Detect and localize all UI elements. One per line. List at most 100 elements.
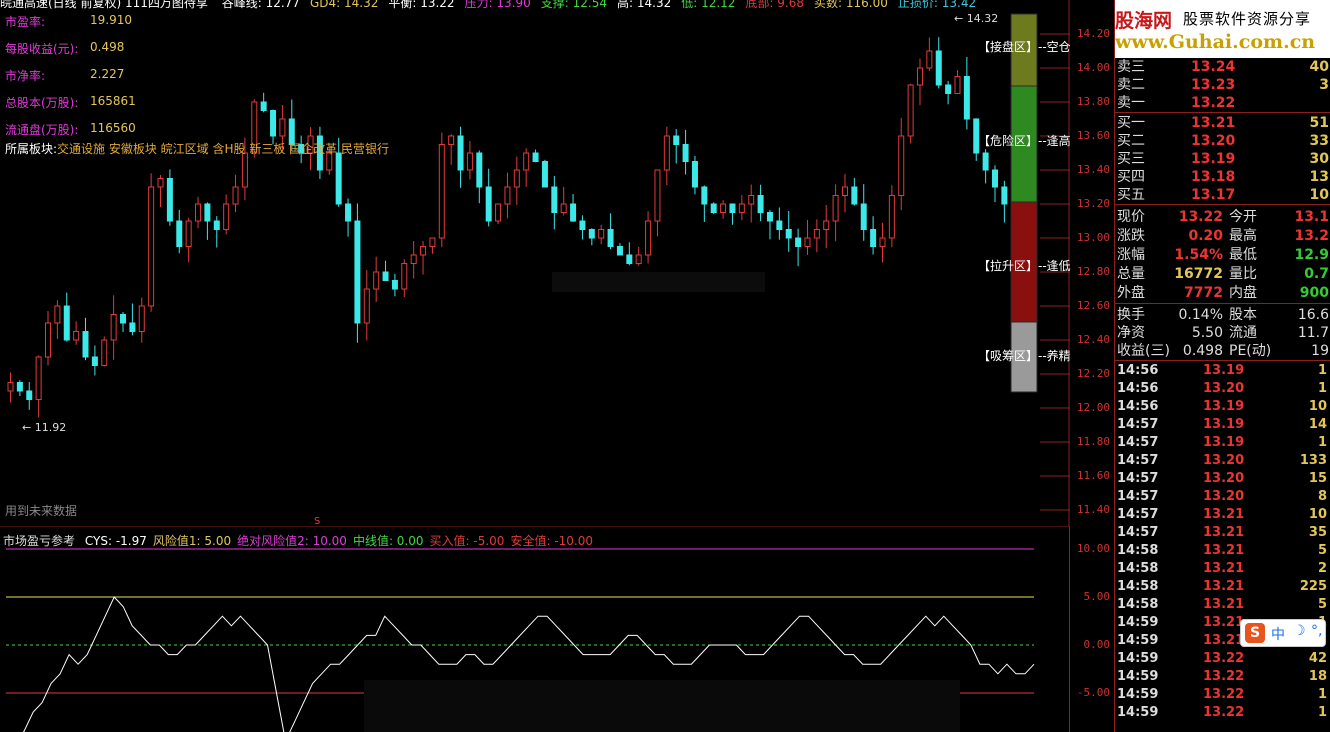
price-tick: 12.80 [1076,265,1110,278]
tick-time: 14:57 [1117,489,1159,504]
candle-body [551,186,558,213]
tick-row: 14:58 13.21 2 [1117,560,1330,578]
fundamental-label: 流通盘(万股): [5,123,79,137]
tick-row: 14:57 13.21 35 [1117,524,1330,542]
quote-value: 16772 [1174,266,1223,282]
stat-row: 净资 5.50 流通 11.7 [1117,324,1330,342]
tick-row: 14:58 13.21 5 [1117,542,1330,560]
ime-toolbar[interactable]: S 中 ☽ °, [1240,619,1326,647]
candle-body [963,76,970,120]
ime-mode[interactable]: 中 [1271,624,1285,644]
price-tick: 11.80 [1076,435,1110,448]
oscillator-title: 市场盈亏参考 [3,534,76,548]
candle-body [373,271,380,290]
tick-row: 14:57 13.19 1 [1117,434,1330,452]
tick-time: 14:59 [1117,633,1159,648]
candle-body [654,169,661,222]
price-tick: 13.40 [1076,163,1110,176]
panel-divider [1115,360,1330,361]
tick-row: 14:59 13.22 1 [1117,704,1330,722]
future-data-note: 用到未来数据 [5,504,78,518]
candle-body [260,101,267,111]
indicator-value-0: 谷峰线: 12.77 [221,0,300,10]
candle-body [157,178,164,188]
fundamental-value: 2.227 [90,67,125,81]
osc-value-3: 中线值: 0.00 [352,534,424,548]
tick-time: 14:58 [1117,579,1159,594]
candle-body [335,152,342,205]
sogou-icon[interactable]: S [1245,623,1265,643]
candle-body [888,195,895,239]
candle-body [935,50,942,86]
moon-icon[interactable]: ☽ [1293,623,1306,639]
fundamental-row: 市盈率: 19.910 [5,13,132,30]
quote-value-2: 13.1 [1294,209,1329,225]
stat-value-2: 11.7 [1297,325,1329,341]
osc-value-5: 安全值: -10.00 [510,534,593,548]
price-tick: 13.00 [1076,231,1110,244]
low-value: 11.92 [34,421,67,434]
quote-label: 总量 [1117,266,1145,282]
tick-price: 13.21 [1203,525,1245,540]
stat-row: 换手 0.14% 股本 16.6 [1117,306,1330,324]
ask-row: 卖一 13.22 [1117,94,1330,112]
candle-body [804,237,811,247]
quote-label-2: 最低 [1229,247,1257,263]
osc-tick: 10.00 [1076,542,1110,555]
bid-row: 买一 13.21 51 [1117,114,1330,132]
candle-body [448,135,455,145]
bid-label: 买一 [1117,115,1145,131]
candle-body [991,169,998,188]
quote-label: 外盘 [1117,285,1145,301]
tick-time: 14:58 [1117,597,1159,612]
price-tick: 11.40 [1076,503,1110,516]
bid-price: 13.19 [1191,151,1236,167]
high-annotation: ← 14.32 [954,12,999,25]
bid-label: 买五 [1117,187,1145,203]
punct-icon[interactable]: °, [1311,623,1322,639]
quote-label-2: 量比 [1229,266,1257,282]
candle-body [513,169,520,188]
tick-volume: 1 [1317,705,1327,720]
candle-body [907,84,914,137]
ask-price: 13.24 [1191,59,1236,75]
osc-tick: 5.00 [1083,590,1111,603]
tick-volume: 1 [1317,381,1327,396]
bid-price: 13.20 [1191,133,1236,149]
candle-body [185,220,192,247]
candle-body [673,135,680,145]
tick-price: 13.22 [1203,669,1245,684]
ask-row: 卖二 13.23 3 [1117,76,1330,94]
fundamental-label: 总股本(万股): [5,96,79,110]
tick-time: 14:59 [1117,669,1159,684]
quote-label-2: 内盘 [1229,285,1257,301]
bid-volume: 33 [1309,133,1329,149]
price-axis: 14.20 14.00 13.80 13.60 13.40 13.20 13.00 12.80… [1070,0,1114,527]
bid-row: 买五 13.17 10 [1117,186,1330,204]
quote-label: 现价 [1117,209,1145,225]
candle-body [813,229,820,239]
fundamental-row: 市净率: 2.227 [5,67,124,84]
tick-row: 14:57 13.21 10 [1117,506,1330,524]
candle-body [410,254,417,264]
candle-body [63,305,70,341]
tick-time: 14:56 [1117,363,1159,378]
bid-price: 13.17 [1191,187,1236,203]
price-tick: 12.40 [1076,333,1110,346]
indicator-value-5: 高: 14.32 [617,0,672,10]
sector-label: 所属板块: [5,142,58,156]
stat-value-2: 19 [1311,343,1329,359]
candle-body [870,229,877,247]
candlestick-chart[interactable] [0,0,1070,527]
tick-price: 13.22 [1203,687,1245,702]
candle-body [504,186,511,205]
tick-time: 14:57 [1117,525,1159,540]
tick-volume: 18 [1308,669,1327,684]
tick-price: 13.21 [1203,561,1245,576]
indicator-value-7: 底部: 9.68 [745,0,805,10]
zone-label: 【吸筹区】--养精 [978,349,1071,363]
tick-time: 14:57 [1117,453,1159,468]
tick-volume: 8 [1317,489,1327,504]
oscillator-axis: 10.00 5.00 0.00 -5.00 [1069,527,1114,732]
tick-volume: 15 [1308,471,1327,486]
